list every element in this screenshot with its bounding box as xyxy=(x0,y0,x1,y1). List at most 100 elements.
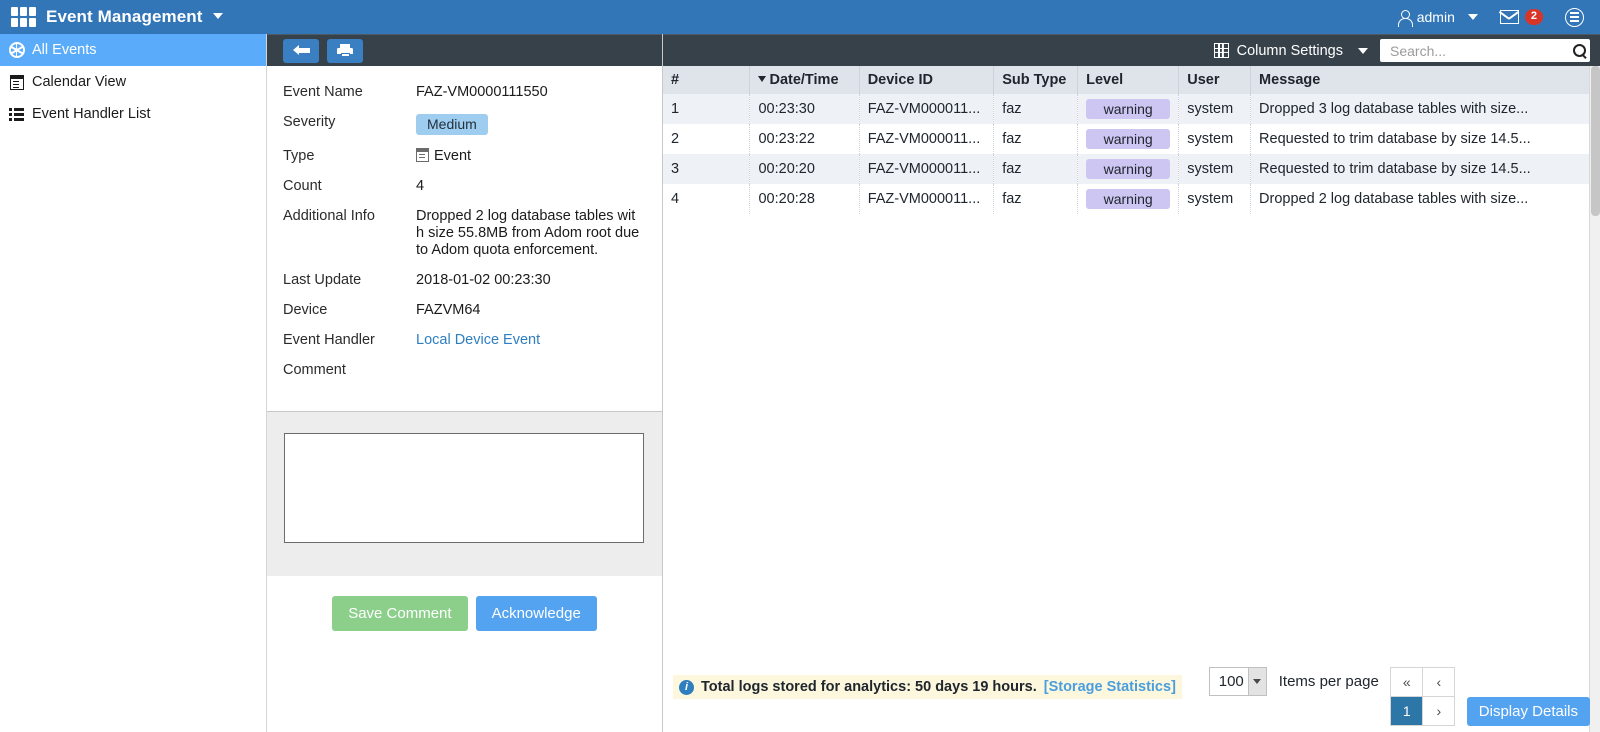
field-comment: Comment xyxy=(283,362,662,379)
sort-desc-icon xyxy=(758,76,766,82)
field-additional-info: Additional Info Dropped 2 log database t… xyxy=(283,208,662,259)
field-label: Type xyxy=(283,148,416,165)
sidebar-item-calendar-view[interactable]: Calendar View xyxy=(0,66,266,98)
grid-apps-icon[interactable] xyxy=(0,0,46,34)
cell-level: warning xyxy=(1078,94,1179,124)
cell-message: Requested to trim database by size 14.5.… xyxy=(1251,154,1600,184)
list-icon xyxy=(8,106,25,123)
hamburger-circle-icon xyxy=(1565,8,1584,27)
cell-device-id: FAZ-VM000011... xyxy=(859,124,994,154)
pagination-area: 100 Items per page « ‹ 1 › Display Detai… xyxy=(1209,667,1590,726)
field-event-handler: Event Handler Local Device Event xyxy=(283,332,662,349)
pager-next-button[interactable]: › xyxy=(1422,696,1455,726)
cell-message: Dropped 2 log database tables with size.… xyxy=(1251,184,1600,214)
sidebar-item-label: Calendar View xyxy=(32,74,126,90)
sidebar-item-label: Event Handler List xyxy=(32,106,150,122)
page-title: Event Management xyxy=(46,7,203,26)
sidebar: All Events Calendar View Event Handler L… xyxy=(0,34,267,732)
storage-statistics-link[interactable]: [Storage Statistics] xyxy=(1044,679,1176,695)
field-type: Type Event xyxy=(283,148,662,165)
person-icon xyxy=(1398,10,1411,25)
detail-field-list: Event Name FAZ-VM0000111550 Severity Med… xyxy=(267,66,662,379)
column-header-datetime[interactable]: Date/Time xyxy=(750,66,859,94)
main-menu-button[interactable] xyxy=(1565,8,1584,27)
grid-apps-icon-glyph xyxy=(11,7,36,27)
cell-num: 4 xyxy=(663,184,750,214)
sidebar-item-event-handler-list[interactable]: Event Handler List xyxy=(0,98,266,130)
save-comment-button[interactable]: Save Comment xyxy=(332,596,467,631)
search-box[interactable] xyxy=(1380,39,1590,62)
user-menu[interactable]: admin xyxy=(1398,9,1478,25)
search-input[interactable] xyxy=(1388,42,1573,60)
cell-datetime: 00:23:22 xyxy=(750,124,859,154)
level-badge: warning xyxy=(1086,99,1170,119)
app-title-dropdown[interactable]: Event Management xyxy=(46,7,223,27)
field-value: 2018-01-02 00:23:30 xyxy=(416,272,551,289)
back-button[interactable] xyxy=(283,39,319,63)
detail-action-buttons: Save Comment Acknowledge xyxy=(267,596,662,631)
field-label: Event Name xyxy=(283,84,416,101)
table-row[interactable]: 4 00:20:28 FAZ-VM000011... faz warning s… xyxy=(663,184,1600,214)
info-icon: i xyxy=(679,680,694,695)
level-badge: warning xyxy=(1086,189,1170,209)
calendar-icon xyxy=(8,74,25,91)
pager-prev-button[interactable]: ‹ xyxy=(1422,667,1455,697)
cell-sub-type: faz xyxy=(994,154,1078,184)
items-per-page-select[interactable]: 100 xyxy=(1209,667,1267,696)
cell-user: system xyxy=(1179,94,1251,124)
severity-badge: Medium xyxy=(416,114,488,135)
display-details-button[interactable]: Display Details xyxy=(1467,697,1590,726)
cell-level: warning xyxy=(1078,184,1179,214)
event-type-icon xyxy=(416,148,429,162)
pager-page-1-button[interactable]: 1 xyxy=(1390,696,1423,726)
cell-user: system xyxy=(1179,154,1251,184)
table-scrollbar[interactable] xyxy=(1589,66,1600,732)
log-pane: Column Settings # Date/Time Device ID Su… xyxy=(663,34,1600,732)
cell-user: system xyxy=(1179,184,1251,214)
chevron-down-icon xyxy=(213,13,223,19)
field-count: Count 4 xyxy=(283,178,662,195)
notifications-button[interactable]: 2 xyxy=(1500,9,1543,25)
column-header-user[interactable]: User xyxy=(1179,66,1251,94)
column-header-level[interactable]: Level xyxy=(1078,66,1179,94)
envelope-icon xyxy=(1500,10,1519,24)
field-device: Device FAZVM64 xyxy=(283,302,662,319)
items-per-page-value: 100 xyxy=(1219,673,1244,690)
search-icon[interactable] xyxy=(1573,44,1586,57)
notification-count-badge: 2 xyxy=(1525,9,1543,25)
table-row[interactable]: 3 00:20:20 FAZ-VM000011... faz warning s… xyxy=(663,154,1600,184)
chevron-down-icon xyxy=(1248,668,1266,695)
field-label: Last Update xyxy=(283,272,416,289)
table-scrollbar-thumb[interactable] xyxy=(1591,66,1600,216)
field-label: Additional Info xyxy=(283,208,416,259)
column-header-sub-type[interactable]: Sub Type xyxy=(994,66,1078,94)
sidebar-item-all-events[interactable]: All Events xyxy=(0,34,266,66)
cell-level: warning xyxy=(1078,124,1179,154)
event-handler-link[interactable]: Local Device Event xyxy=(416,332,540,349)
items-per-page-label: Items per page xyxy=(1279,667,1379,696)
level-badge: warning xyxy=(1086,159,1170,179)
comment-input[interactable] xyxy=(284,433,644,543)
pager-first-button[interactable]: « xyxy=(1390,667,1423,697)
table-row[interactable]: 1 00:23:30 FAZ-VM000011... faz warning s… xyxy=(663,94,1600,124)
column-settings-button[interactable]: Column Settings xyxy=(1214,43,1368,59)
cell-num: 3 xyxy=(663,154,750,184)
all-events-icon xyxy=(8,42,25,59)
cell-num: 1 xyxy=(663,94,750,124)
column-header-num[interactable]: # xyxy=(663,66,750,94)
cell-device-id: FAZ-VM000011... xyxy=(859,94,994,124)
cell-sub-type: faz xyxy=(994,184,1078,214)
cell-datetime: 00:20:20 xyxy=(750,154,859,184)
cell-sub-type: faz xyxy=(994,124,1078,154)
print-button[interactable] xyxy=(327,39,363,63)
acknowledge-button[interactable]: Acknowledge xyxy=(476,596,597,631)
cell-message: Requested to trim database by size 14.5.… xyxy=(1251,124,1600,154)
column-header-message[interactable]: Message xyxy=(1251,66,1600,94)
navbar-right-group: admin 2 xyxy=(1398,8,1600,27)
field-label: Event Handler xyxy=(283,332,416,349)
column-header-device-id[interactable]: Device ID xyxy=(859,66,994,94)
log-footer: i Total logs stored for analytics: 50 da… xyxy=(663,650,1600,732)
log-toolbar: Column Settings xyxy=(663,34,1600,66)
table-row[interactable]: 2 00:23:22 FAZ-VM000011... faz warning s… xyxy=(663,124,1600,154)
sidebar-item-label: All Events xyxy=(32,42,96,58)
